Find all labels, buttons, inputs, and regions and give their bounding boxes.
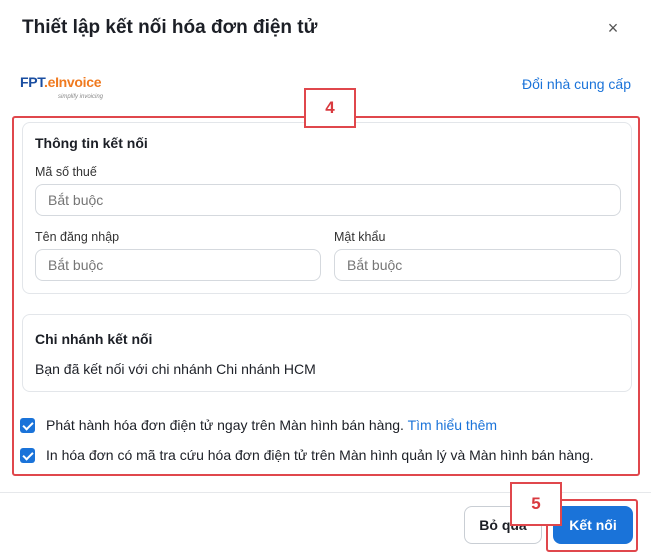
username-input[interactable] [35,249,321,281]
connection-dialog: Thiết lập kết nối hóa đơn điện tử × FPT.… [0,0,651,554]
option-issue-label: Phát hành hóa đơn điện tử ngay trên Màn … [46,417,404,433]
checkbox-checked-icon[interactable] [20,448,35,463]
fpt-einvoice-logo: FPT.eInvoice simplify invoicing [20,74,120,102]
logo-tagline: simplify invoicing [58,94,104,100]
dialog-title: Thiết lập kết nối hóa đơn điện tử [22,17,318,38]
tax-code-input[interactable] [35,184,621,216]
close-icon[interactable]: × [601,16,625,40]
logo-brand: FPT [20,74,44,90]
change-provider-link[interactable]: Đổi nhà cung cấp [522,76,631,92]
annotation-badge-4: 4 [304,88,356,128]
branch-card: Chi nhánh kết nối Bạn đã kết nối với chi… [22,314,632,392]
branch-title: Chi nhánh kết nối [35,331,153,347]
dialog-header: Thiết lập kết nối hóa đơn điện tử × [22,14,629,42]
annotation-badge-5: 5 [510,482,562,526]
tax-code-label: Mã số thuế [35,165,97,179]
checkbox-checked-icon[interactable] [20,418,35,433]
connection-info-title: Thông tin kết nối [35,135,148,151]
learn-more-link[interactable]: Tìm hiểu thêm [408,417,497,433]
connection-info-card: Thông tin kết nối Mã số thuế Tên đăng nh… [22,122,632,294]
password-label: Mật khẩu [334,230,386,244]
branch-text: Bạn đã kết nối với chi nhánh Chi nhánh H… [35,361,316,377]
logo-e: .e [44,74,56,90]
password-input[interactable] [334,249,621,281]
logo-product: Invoice [55,74,102,90]
username-label: Tên đăng nhập [35,230,120,244]
option-print-label: In hóa đơn có mã tra cứu hóa đơn điện tử… [46,447,594,463]
connect-button[interactable]: Kết nối [553,506,633,544]
